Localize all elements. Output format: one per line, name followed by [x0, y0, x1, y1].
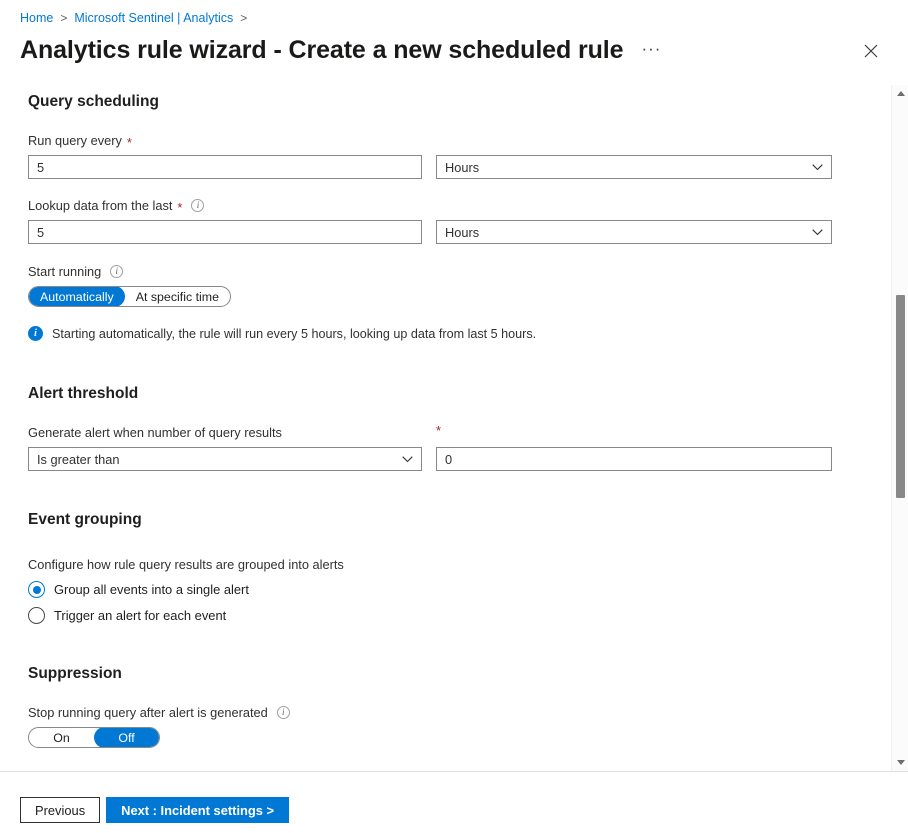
previous-button[interactable]: Previous [20, 797, 100, 823]
alert-threshold-field: Generate alert when number of query resu… [28, 424, 832, 471]
query-scheduling-heading: Query scheduling [28, 93, 159, 111]
wizard-footer: Previous Next : Incident settings > [0, 771, 908, 833]
alert-threshold-value-label: * [436, 424, 832, 434]
alert-threshold-labels-row: Generate alert when number of query resu… [28, 424, 832, 441]
run-query-every-unit-value: Hours [445, 160, 479, 175]
start-running-option-automatically[interactable]: Automatically [29, 286, 125, 307]
suppression-label-text: Stop running query after alert is genera… [28, 704, 268, 721]
breadcrumb-separator: > [240, 9, 247, 27]
scheduling-info-message: i Starting automatically, the rule will … [28, 326, 536, 341]
lookup-data-row: 5 Hours [28, 220, 832, 244]
analytics-rule-wizard-blade: Home > Microsoft Sentinel | Analytics > … [0, 0, 908, 833]
alert-threshold-section: Alert threshold [28, 385, 138, 403]
chevron-down-icon [812, 164, 823, 171]
run-query-every-label: Run query every * [28, 132, 832, 149]
info-icon[interactable]: i [277, 706, 290, 719]
event-grouping-option-single-alert-label: Group all events into a single alert [54, 582, 249, 597]
query-scheduling-section: Query scheduling [28, 93, 159, 111]
chevron-down-icon [812, 229, 823, 236]
lookup-data-label-text: Lookup data from the last [28, 197, 172, 214]
radio-icon [28, 607, 45, 624]
run-query-every-input[interactable]: 5 [28, 155, 422, 179]
blade-header: Home > Microsoft Sentinel | Analytics > … [0, 0, 908, 85]
event-grouping-option-each-event-label: Trigger an alert for each event [54, 608, 226, 623]
alert-threshold-operator-dropdown[interactable]: Is greater than [28, 447, 422, 471]
blade-title-row: Analytics rule wizard - Create a new sch… [20, 33, 665, 67]
lookup-data-input[interactable]: 5 [28, 220, 422, 244]
suppression-heading: Suppression [28, 665, 122, 683]
scroll-up-icon[interactable] [892, 85, 908, 102]
suppression-field: Stop running query after alert is genera… [28, 704, 290, 748]
event-grouping-option-each-event[interactable]: Trigger an alert for each event [28, 607, 344, 624]
lookup-data-field: Lookup data from the last * i 5 Hours [28, 197, 832, 244]
radio-icon [28, 581, 45, 598]
wizard-footer-buttons: Previous Next : Incident settings > [20, 797, 289, 823]
scheduling-info-message-text: Starting automatically, the rule will ru… [52, 327, 536, 341]
start-running-label: Start running i [28, 263, 231, 280]
alert-threshold-operator-label: Generate alert when number of query resu… [28, 424, 422, 441]
chevron-down-icon [402, 456, 413, 463]
event-grouping-field: Configure how rule query results are gro… [28, 556, 344, 624]
page-title: Analytics rule wizard - Create a new sch… [20, 33, 623, 67]
event-grouping-heading: Event grouping [28, 511, 142, 529]
content-scrollbar[interactable] [891, 85, 908, 771]
run-query-every-field: Run query every * 5 Hours [28, 132, 832, 179]
scroll-down-icon[interactable] [892, 754, 908, 771]
event-grouping-option-single-alert[interactable]: Group all events into a single alert [28, 581, 344, 598]
lookup-data-label: Lookup data from the last * i [28, 197, 832, 214]
suppression-option-off[interactable]: Off [94, 727, 159, 748]
start-running-option-at-specific-time[interactable]: At specific time [125, 286, 230, 307]
breadcrumb-separator: > [60, 9, 67, 27]
blade-content: Query scheduling Run query every * 5 Hou… [0, 85, 908, 771]
lookup-data-unit-value: Hours [445, 225, 479, 240]
breadcrumb-item-home[interactable]: Home [20, 9, 53, 27]
breadcrumb: Home > Microsoft Sentinel | Analytics > [20, 9, 247, 27]
suppression-section: Suppression [28, 665, 122, 683]
required-asterisk: * [436, 426, 441, 436]
start-running-field: Start running i Automatically At specifi… [28, 263, 231, 307]
alert-threshold-controls-row: Is greater than 0 [28, 447, 832, 471]
run-query-every-label-text: Run query every [28, 132, 122, 149]
breadcrumb-item-sentinel-analytics[interactable]: Microsoft Sentinel | Analytics [74, 9, 233, 27]
start-running-choice-group: Automatically At specific time [28, 286, 231, 307]
run-query-every-unit-dropdown[interactable]: Hours [436, 155, 832, 179]
run-query-every-row: 5 Hours [28, 155, 832, 179]
suppression-toggle: On Off [28, 727, 160, 748]
required-asterisk: * [177, 203, 182, 213]
alert-threshold-operator-value: Is greater than [37, 452, 120, 467]
lookup-data-unit-dropdown[interactable]: Hours [436, 220, 832, 244]
suppression-label: Stop running query after alert is genera… [28, 704, 290, 721]
info-filled-icon: i [28, 326, 43, 341]
event-grouping-description: Configure how rule query results are gro… [28, 556, 344, 573]
alert-threshold-value-input[interactable]: 0 [436, 447, 832, 471]
more-options-icon[interactable]: ··· [637, 40, 665, 60]
info-icon[interactable]: i [110, 265, 123, 278]
event-grouping-section: Event grouping [28, 511, 142, 529]
close-icon[interactable] [858, 38, 884, 64]
next-incident-settings-button[interactable]: Next : Incident settings > [106, 797, 289, 823]
info-icon[interactable]: i [191, 199, 204, 212]
required-asterisk: * [127, 138, 132, 148]
alert-threshold-heading: Alert threshold [28, 385, 138, 403]
suppression-option-on[interactable]: On [29, 727, 94, 748]
start-running-label-text: Start running [28, 263, 101, 280]
scrollbar-thumb[interactable] [896, 295, 905, 498]
